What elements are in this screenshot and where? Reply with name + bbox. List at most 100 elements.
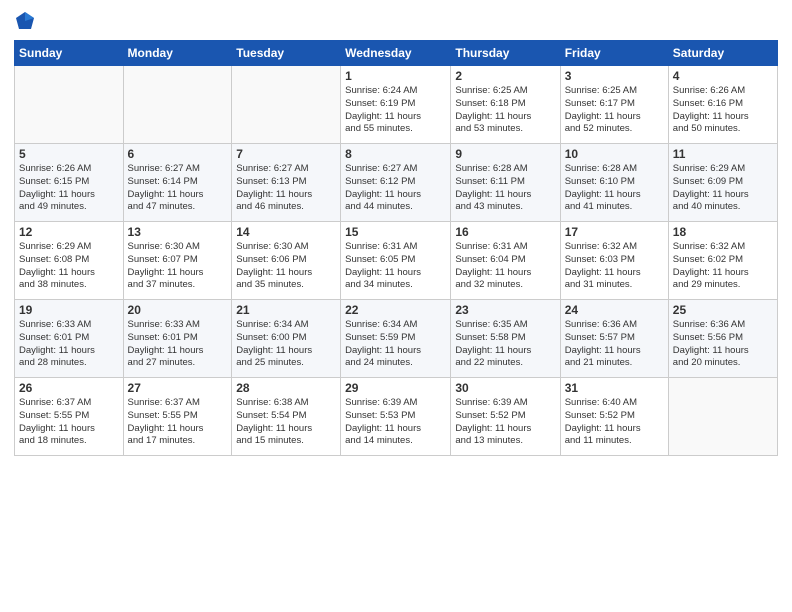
day-info-line: Sunset: 6:14 PM — [128, 176, 198, 187]
day-info: Sunrise: 6:30 AMSunset: 6:06 PMDaylight:… — [236, 241, 336, 292]
day-info-line: Sunrise: 6:33 AM — [19, 319, 91, 330]
day-info-line: Sunrise: 6:32 AM — [673, 241, 745, 252]
day-info-line: Sunset: 6:04 PM — [455, 254, 525, 265]
day-info-line: Sunrise: 6:37 AM — [128, 397, 200, 408]
calendar-cell: 2Sunrise: 6:25 AMSunset: 6:18 PMDaylight… — [451, 66, 560, 144]
day-info-line: Daylight: 11 hours — [455, 423, 531, 434]
calendar-cell: 31Sunrise: 6:40 AMSunset: 5:52 PMDayligh… — [560, 378, 668, 456]
day-info-line: Sunrise: 6:30 AM — [128, 241, 200, 252]
day-number: 25 — [673, 303, 773, 317]
day-info-line: Sunrise: 6:39 AM — [345, 397, 417, 408]
day-info: Sunrise: 6:29 AMSunset: 6:09 PMDaylight:… — [673, 163, 773, 214]
day-info-line: Sunrise: 6:31 AM — [345, 241, 417, 252]
day-number: 17 — [565, 225, 664, 239]
day-info-line: and 31 minutes. — [565, 279, 633, 290]
day-info-line: Sunrise: 6:25 AM — [565, 85, 637, 96]
day-info-line: Sunset: 6:06 PM — [236, 254, 306, 265]
day-info-line: Sunset: 6:17 PM — [565, 98, 635, 109]
day-number: 9 — [455, 147, 555, 161]
day-info-line: Sunset: 6:01 PM — [128, 332, 198, 343]
day-info-line: Sunrise: 6:25 AM — [455, 85, 527, 96]
day-info-line: and 47 minutes. — [128, 201, 196, 212]
calendar-cell: 29Sunrise: 6:39 AMSunset: 5:53 PMDayligh… — [341, 378, 451, 456]
col-header-friday: Friday — [560, 41, 668, 66]
day-info-line: Sunrise: 6:39 AM — [455, 397, 527, 408]
header — [14, 10, 778, 32]
day-info-line: Daylight: 11 hours — [673, 345, 749, 356]
day-number: 7 — [236, 147, 336, 161]
day-info-line: Sunrise: 6:30 AM — [236, 241, 308, 252]
day-info-line: and 55 minutes. — [345, 123, 413, 134]
day-number: 13 — [128, 225, 228, 239]
day-info-line: Sunset: 6:10 PM — [565, 176, 635, 187]
day-info: Sunrise: 6:33 AMSunset: 6:01 PMDaylight:… — [19, 319, 119, 370]
day-info-line: Sunset: 6:09 PM — [673, 176, 743, 187]
day-info: Sunrise: 6:31 AMSunset: 6:04 PMDaylight:… — [455, 241, 555, 292]
day-number: 10 — [565, 147, 664, 161]
day-info: Sunrise: 6:31 AMSunset: 6:05 PMDaylight:… — [345, 241, 446, 292]
day-number: 15 — [345, 225, 446, 239]
col-header-thursday: Thursday — [451, 41, 560, 66]
day-info-line: Sunrise: 6:29 AM — [673, 163, 745, 174]
day-info-line: Sunrise: 6:36 AM — [673, 319, 745, 330]
day-info-line: Sunset: 5:54 PM — [236, 410, 306, 421]
day-info-line: Daylight: 11 hours — [128, 345, 204, 356]
day-info-line: and 25 minutes. — [236, 357, 304, 368]
calendar-cell: 4Sunrise: 6:26 AMSunset: 6:16 PMDaylight… — [668, 66, 777, 144]
day-info-line: and 52 minutes. — [565, 123, 633, 134]
logo — [14, 10, 38, 32]
day-info-line: Sunset: 6:03 PM — [565, 254, 635, 265]
day-info: Sunrise: 6:32 AM Sunset: 6:02 PM Daylight:… — [673, 241, 773, 292]
calendar-cell: 14Sunrise: 6:30 AMSunset: 6:06 PMDayligh… — [232, 222, 341, 300]
page: SundayMondayTuesdayWednesdayThursdayFrid… — [0, 0, 792, 612]
calendar-cell: 20Sunrise: 6:33 AMSunset: 6:01 PMDayligh… — [123, 300, 232, 378]
day-info-line: and 43 minutes. — [455, 201, 523, 212]
day-number: 16 — [455, 225, 555, 239]
calendar-cell: 11Sunrise: 6:29 AMSunset: 6:09 PMDayligh… — [668, 144, 777, 222]
day-info-line: and 21 minutes. — [565, 357, 633, 368]
logo-icon — [14, 10, 36, 32]
day-info-line: and 27 minutes. — [128, 357, 196, 368]
day-number: 20 — [128, 303, 228, 317]
calendar-cell: 13 Sunrise: 6:30 AM Sunset: 6:07 PM Dayligh… — [123, 222, 232, 300]
week-row-5: 26Sunrise: 6:37 AMSunset: 5:55 PMDayligh… — [15, 378, 778, 456]
day-info: Sunrise: 6:36 AMSunset: 5:56 PMDaylight:… — [673, 319, 773, 370]
calendar-cell: 25 Sunrise: 6:36 AMSunset: 5:56 PMDayligh… — [668, 300, 777, 378]
day-info-line: and 50 minutes. — [673, 123, 741, 134]
day-info-line: and 37 minutes. — [128, 279, 196, 290]
day-number: 6 — [128, 147, 228, 161]
calendar-cell: 23Sunrise: 6:35 AMSunset: 5:58 PMDayligh… — [451, 300, 560, 378]
day-info-line: Sunset: 5:53 PM — [345, 410, 415, 421]
day-info-line: Sunset: 6:08 PM — [19, 254, 89, 265]
day-info-line: and 29 minutes. — [673, 279, 741, 290]
day-info-line: Daylight: 11 hours — [128, 267, 204, 278]
day-number: 1 — [345, 69, 446, 83]
day-info: Sunrise: 6:34 AMSunset: 5:59 PMDaylight:… — [345, 319, 446, 370]
day-info-line: and 14 minutes. — [345, 435, 413, 446]
day-info-line: and 46 minutes. — [236, 201, 304, 212]
calendar-cell: 18 Sunrise: 6:32 AM Sunset: 6:02 PM Dayligh… — [668, 222, 777, 300]
day-info-line: Sunrise: 6:26 AM — [19, 163, 91, 174]
calendar-cell: 21Sunrise: 6:34 AMSunset: 6:00 PMDayligh… — [232, 300, 341, 378]
day-number: 22 — [345, 303, 446, 317]
calendar-cell: 7Sunrise: 6:27 AMSunset: 6:13 PMDaylight… — [232, 144, 341, 222]
day-info-line: Sunset: 6:02 PM — [673, 254, 743, 265]
day-info-line: Sunset: 6:07 PM — [128, 254, 198, 265]
day-info-line: Daylight: 11 hours — [455, 267, 531, 278]
day-info-line: Daylight: 11 hours — [673, 267, 749, 278]
day-info: Sunrise: 6:30 AM Sunset: 6:07 PM Daylight:… — [128, 241, 228, 292]
day-info: Sunrise: 6:25 AMSunset: 6:17 PMDaylight:… — [565, 85, 664, 136]
day-number: 18 — [673, 225, 773, 239]
calendar-cell: 28Sunrise: 6:38 AMSunset: 5:54 PMDayligh… — [232, 378, 341, 456]
day-info-line: Daylight: 11 hours — [19, 423, 95, 434]
col-header-tuesday: Tuesday — [232, 41, 341, 66]
day-info-line: and 15 minutes. — [236, 435, 304, 446]
day-info-line: Sunrise: 6:28 AM — [565, 163, 637, 174]
week-row-1: 1Sunrise: 6:24 AMSunset: 6:19 PMDaylight… — [15, 66, 778, 144]
day-number: 24 — [565, 303, 664, 317]
day-info: Sunrise: 6:36 AMSunset: 5:57 PMDaylight:… — [565, 319, 664, 370]
calendar-cell: 9Sunrise: 6:28 AMSunset: 6:11 PMDaylight… — [451, 144, 560, 222]
day-info-line: and 28 minutes. — [19, 357, 87, 368]
day-info: Sunrise: 6:38 AMSunset: 5:54 PMDaylight:… — [236, 397, 336, 448]
day-number: 14 — [236, 225, 336, 239]
